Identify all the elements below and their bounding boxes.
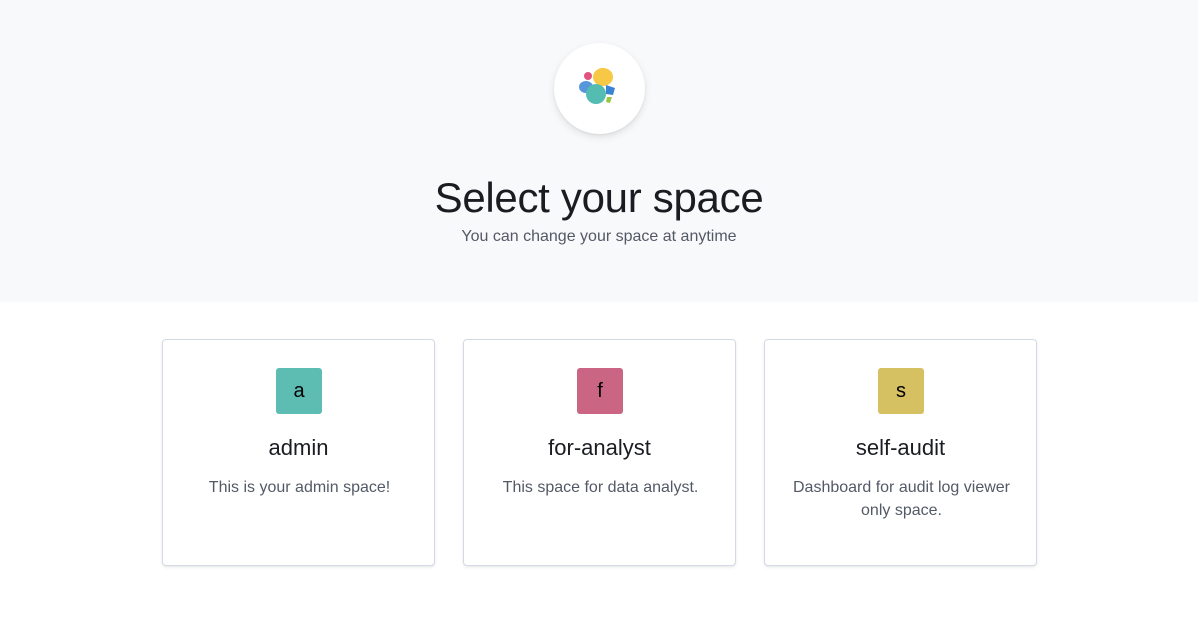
space-avatar: f (577, 368, 623, 414)
space-avatar: s (878, 368, 924, 414)
logo-container (554, 43, 645, 134)
elastic-logo-icon (578, 67, 615, 104)
space-description: Dashboard for audit log viewer only spac… (792, 479, 1010, 519)
space-description: This is your admin space! (208, 479, 391, 496)
space-name: for-analyst (548, 435, 651, 460)
space-card-for-analyst[interactable]: f for-analyst This space for data analys… (463, 339, 736, 566)
space-name: admin (268, 435, 329, 460)
space-name: self-audit (855, 435, 946, 460)
page-title: Select your space (434, 174, 764, 221)
space-card-self-audit[interactable]: s self-audit Dashboard for audit log vie… (764, 339, 1037, 566)
page-subtitle: You can change your space at anytime (461, 228, 737, 245)
header: Select your space You can change your sp… (0, 0, 1198, 302)
space-description: This space for data analyst. (502, 479, 699, 496)
space-card-admin[interactable]: a admin This is your admin space! (162, 339, 435, 566)
space-avatar: a (276, 368, 322, 414)
